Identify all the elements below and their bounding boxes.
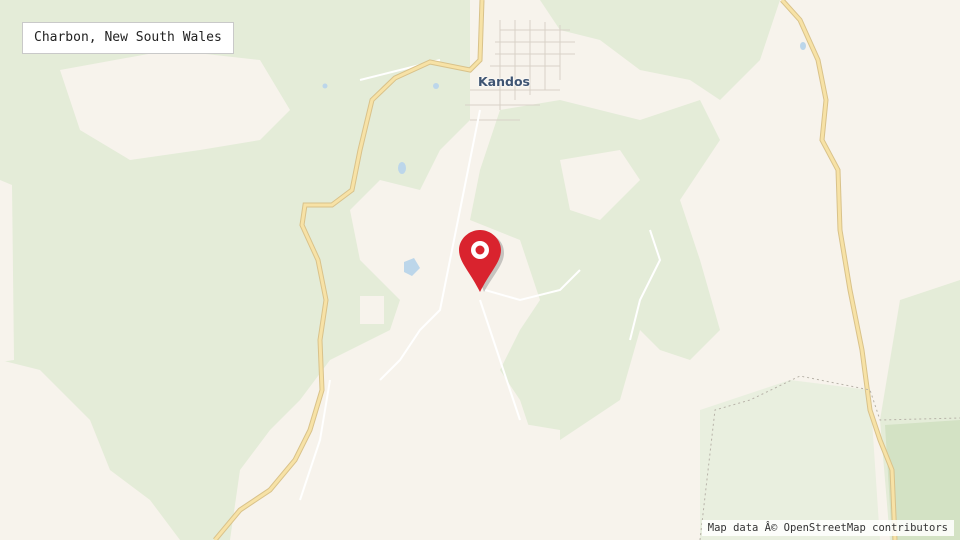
town-label-kandos: Kandos [478, 74, 530, 89]
water-body [433, 83, 439, 89]
water-body [322, 83, 328, 89]
forest-area-southeast [700, 380, 880, 540]
clearing-area [0, 180, 14, 362]
clearing-area [360, 296, 384, 324]
water-body [398, 162, 406, 174]
map-pin-icon[interactable] [458, 228, 506, 296]
location-label: Charbon, New South Wales [22, 22, 234, 54]
water-body [800, 42, 806, 50]
map-attribution: Map data Â© OpenStreetMap contributors [701, 520, 954, 536]
